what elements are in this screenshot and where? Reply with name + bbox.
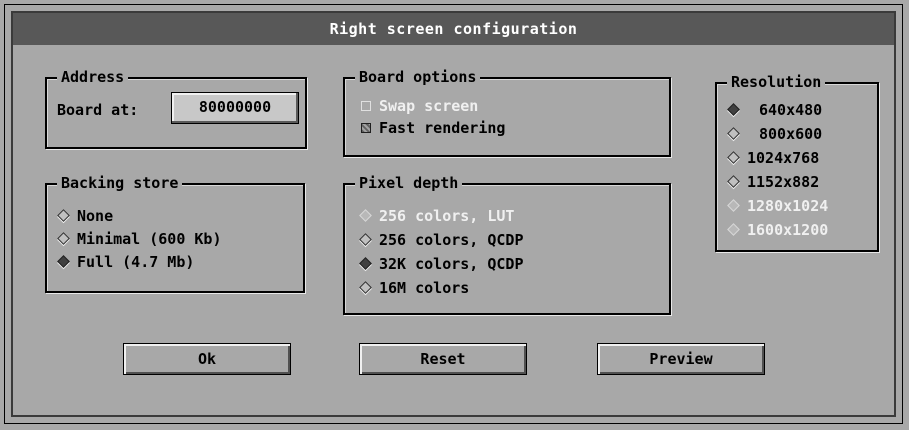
reset-button-label: Reset (420, 350, 466, 368)
radio-selected-icon (57, 255, 70, 268)
address-legend: Address (57, 68, 129, 86)
backing-store-group: Backing store None Minimal (600 Kb) Full… (45, 174, 305, 293)
resolution-option-1280x1024[interactable]: 1280x1024 (725, 197, 828, 215)
config-dialog: Right screen configuration Address Board… (4, 4, 903, 424)
resolution-legend: Resolution (727, 73, 826, 91)
resolution-option-1600x1200[interactable]: 1600x1200 (725, 221, 828, 239)
radio-empty-icon (727, 151, 740, 164)
board-address-value: 80000000 (198, 98, 272, 116)
pixel-depth-option-256-qcdp[interactable]: 256 colors, QCDP (357, 231, 524, 249)
resolution-option-1024x768[interactable]: 1024x768 (725, 149, 819, 167)
fast-rendering-checkbox[interactable]: Fast rendering (359, 119, 505, 137)
backing-store-option-full[interactable]: Full (4.7 Mb) (55, 253, 194, 271)
radio-empty-icon (57, 209, 70, 222)
radio-selected-icon (359, 257, 372, 270)
resolution-label: 1600x1200 (747, 221, 829, 239)
window-title: Right screen configuration (329, 20, 578, 38)
title-bar[interactable]: Right screen configuration (13, 13, 894, 45)
pixel-depth-label: 16M colors (379, 279, 470, 297)
radio-disabled-icon (727, 223, 740, 236)
pixel-depth-label: 32K colors, QCDP (379, 255, 524, 273)
radio-disabled-icon (359, 209, 372, 222)
backing-store-option-minimal[interactable]: Minimal (600 Kb) (55, 230, 222, 248)
board-options-legend: Board options (355, 68, 481, 86)
checkbox-unchecked-icon (361, 100, 371, 111)
address-group: Address Board at: 80000000 (45, 68, 307, 149)
radio-empty-icon (359, 233, 372, 246)
radio-empty-icon (727, 127, 740, 140)
resolution-label: 1152x882 (747, 173, 820, 191)
ok-button[interactable]: Ok (123, 343, 291, 375)
board-options-group: Board options Swap screen Fast rendering (343, 68, 671, 157)
preview-button-label: Preview (649, 350, 713, 368)
backing-store-label: None (77, 207, 114, 225)
resolution-option-1152x882[interactable]: 1152x882 (725, 173, 819, 191)
pixel-depth-group: Pixel depth 256 colors, LUT 256 colors, … (343, 174, 671, 315)
radio-empty-icon (57, 232, 70, 245)
resolution-option-640x480[interactable]: 640x480 (725, 101, 822, 119)
resolution-label: 1024x768 (747, 149, 820, 167)
pixel-depth-label: 256 colors, QCDP (379, 231, 524, 249)
backing-store-legend: Backing store (57, 174, 183, 192)
radio-disabled-icon (727, 199, 740, 212)
ok-button-label: Ok (197, 350, 217, 368)
resolution-label: 1280x1024 (747, 197, 829, 215)
radio-selected-icon (727, 103, 740, 116)
pixel-depth-legend: Pixel depth (355, 174, 463, 192)
pixel-depth-option-256-lut[interactable]: 256 colors, LUT (357, 207, 514, 225)
reset-button[interactable]: Reset (359, 343, 527, 375)
swap-screen-label: Swap screen (379, 97, 479, 115)
board-address-field[interactable]: 80000000 (171, 92, 299, 124)
resolution-option-800x600[interactable]: 800x600 (725, 125, 822, 143)
pixel-depth-option-32k-qcdp[interactable]: 32K colors, QCDP (357, 255, 524, 273)
backing-store-option-none[interactable]: None (55, 207, 113, 225)
pixel-depth-label: 256 colors, LUT (379, 207, 515, 225)
dialog-frame: Right screen configuration Address Board… (11, 11, 896, 417)
preview-button[interactable]: Preview (597, 343, 765, 375)
resolution-group: Resolution 640x480 800x600 1024x768 1152… (715, 73, 879, 252)
checkbox-checked-icon (361, 122, 371, 133)
resolution-label: 640x480 (759, 101, 823, 119)
radio-empty-icon (359, 281, 372, 294)
backing-store-label: Minimal (600 Kb) (77, 230, 222, 248)
pixel-depth-option-16m[interactable]: 16M colors (357, 279, 469, 297)
fast-rendering-label: Fast rendering (379, 119, 506, 137)
board-at-label: Board at: (57, 101, 139, 119)
backing-store-label: Full (4.7 Mb) (77, 253, 195, 271)
radio-empty-icon (727, 175, 740, 188)
resolution-label: 800x600 (759, 125, 823, 143)
swap-screen-checkbox[interactable]: Swap screen (359, 97, 478, 115)
